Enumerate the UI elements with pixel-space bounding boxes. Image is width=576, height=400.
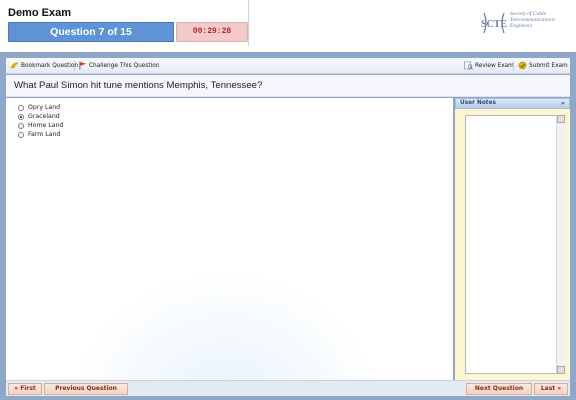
answer-option[interactable]: Graceland — [18, 112, 63, 121]
submit-exam-button[interactable]: Submit Exam — [518, 58, 568, 73]
question-text: What Paul Simon hit tune mentions Memphi… — [6, 75, 570, 97]
collapse-icon[interactable]: » — [559, 100, 567, 107]
review-exam-label: Review Exam — [475, 62, 514, 69]
submit-exam-label: Submit Exam — [529, 62, 568, 69]
scte-logo: SCTE Society of Cable Telecommunications… — [480, 9, 572, 41]
first-question-button[interactable]: « First — [8, 383, 42, 395]
challenge-question-label: Challenge This Question — [89, 62, 160, 69]
answer-radio[interactable] — [18, 131, 24, 138]
exam-timer: 00:29:28 — [176, 22, 248, 42]
answer-radio[interactable] — [18, 122, 24, 129]
answer-label: Opry Land — [28, 104, 61, 111]
exam-title: Demo Exam — [8, 7, 71, 19]
user-notes-panel: User Notes » — [455, 98, 570, 380]
background-glow — [76, 278, 376, 380]
review-exam-button[interactable]: Review Exam — [464, 58, 514, 73]
previous-question-button[interactable]: Previous Question — [44, 383, 128, 395]
answer-label: Graceland — [28, 113, 60, 120]
user-notes-body — [455, 109, 570, 380]
exam-frame: Bookmark Question Challenge This Questio… — [0, 52, 576, 400]
answer-radio-selected[interactable] — [18, 113, 24, 120]
user-notes-title: User Notes — [460, 100, 496, 106]
next-question-button[interactable]: Next Question — [466, 383, 532, 395]
scroll-down-icon[interactable] — [557, 366, 565, 374]
answer-label: Home Land — [28, 122, 64, 129]
last-question-button[interactable]: Last » — [534, 383, 568, 395]
user-notes-textarea[interactable] — [465, 115, 564, 374]
svg-text:SCTE: SCTE — [481, 19, 507, 30]
user-notes-header: User Notes » — [455, 98, 570, 109]
answer-option[interactable]: Farm Land — [18, 130, 63, 139]
answer-option[interactable]: Opry Land — [18, 103, 63, 112]
answer-options: Opry Land Graceland Home Land Farm Land — [18, 103, 63, 139]
submit-icon — [518, 61, 527, 70]
toolbar-separator — [513, 61, 514, 71]
bookmark-question-label: Bookmark Question — [21, 62, 79, 69]
toolbar-separator — [74, 61, 75, 71]
answer-radio[interactable] — [18, 104, 24, 111]
review-icon — [464, 61, 473, 70]
challenge-question-button[interactable]: Challenge This Question — [78, 58, 159, 73]
notes-scrollbar[interactable] — [556, 115, 565, 374]
header-divider — [248, 0, 249, 46]
scroll-up-icon[interactable] — [557, 115, 565, 123]
scte-logo-text: Society of Cable Telecommunications Engi… — [510, 11, 572, 29]
bookmark-icon — [10, 61, 19, 70]
answer-option[interactable]: Home Land — [18, 121, 63, 130]
answer-label: Farm Land — [28, 131, 61, 138]
question-content: Opry Land Graceland Home Land Farm Land — [6, 98, 453, 380]
exam-header: Demo Exam Question 7 of 15 00:29:28 SCTE… — [0, 0, 576, 54]
bookmark-question-button[interactable]: Bookmark Question — [10, 58, 78, 73]
question-navigation: « First Previous Question Next Question … — [6, 380, 570, 396]
logo-text-line: Engineers — [510, 23, 533, 29]
flag-icon — [78, 61, 87, 70]
scte-logo-mark: SCTE — [481, 12, 507, 34]
question-progress: Question 7 of 15 — [8, 22, 174, 42]
exam-toolbar: Bookmark Question Challenge This Questio… — [6, 58, 570, 74]
